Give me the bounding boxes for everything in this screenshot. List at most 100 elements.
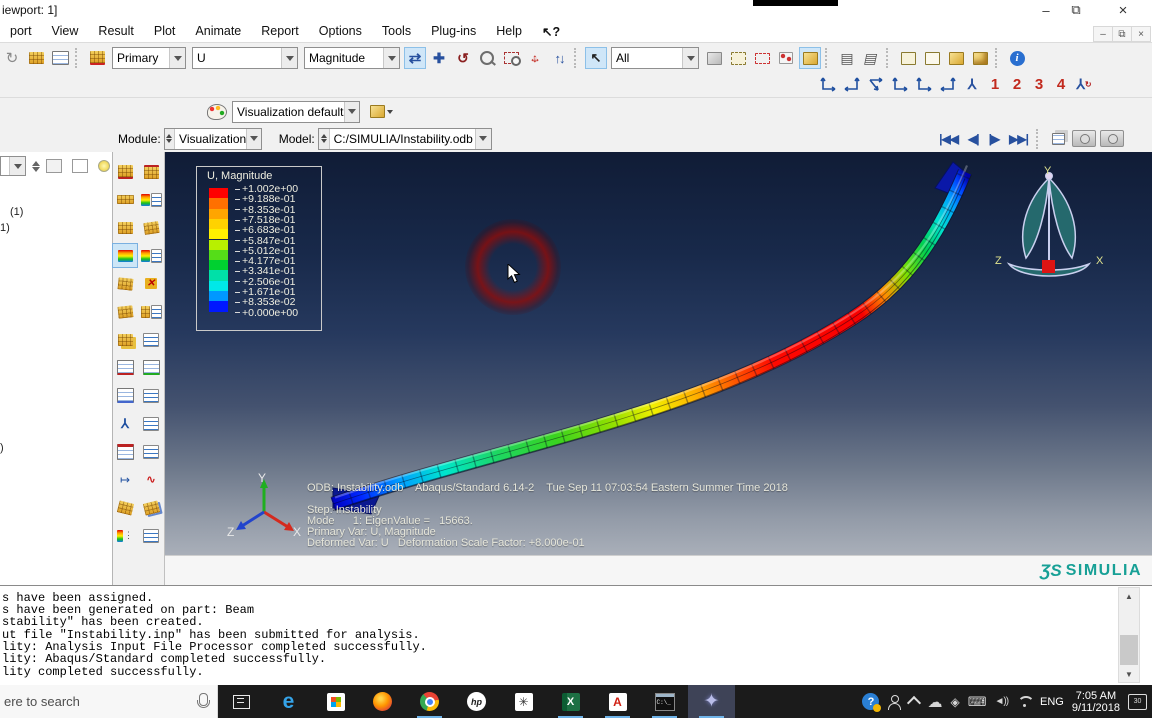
tree-item-fragment[interactable]: 1) [0, 222, 10, 234]
plot-deformed-icon[interactable] [139, 216, 163, 239]
curve-icon[interactable]: ∿ [139, 468, 163, 491]
render-shaded-icon[interactable] [969, 47, 991, 69]
field-output-variable-select[interactable]: U [192, 47, 298, 69]
menu-plot[interactable]: Plot [144, 24, 186, 38]
view-1-button[interactable]: 1 [984, 76, 1006, 93]
tree-filter-select[interactable] [0, 156, 26, 176]
excel-button[interactable]: X [547, 685, 594, 718]
acrobat-button[interactable]: A [594, 685, 641, 718]
contour-options-icon[interactable] [139, 244, 163, 267]
speaker-icon[interactable]: ◄)) [994, 696, 1009, 707]
menu-animate[interactable]: Animate [185, 24, 251, 38]
next-frame-button[interactable]: |▶ [989, 132, 1001, 146]
minimize-button[interactable]: – [1033, 1, 1059, 19]
tray-expand-icon[interactable] [907, 695, 922, 711]
result-options-icon[interactable] [139, 188, 163, 211]
frame-selector-icon[interactable] [86, 47, 108, 69]
model-select[interactable]: C:/SIMULIA/Instability.odb [317, 127, 492, 150]
render-hidden-icon[interactable] [921, 47, 943, 69]
element-labels-icon[interactable] [139, 160, 163, 183]
view-2-button[interactable]: 2 [1006, 76, 1028, 93]
view-bottom-icon[interactable] [888, 75, 912, 95]
activate-second-ladder-icon[interactable]: ▤ [858, 47, 885, 69]
scroll-up-icon[interactable]: ▲ [1119, 588, 1139, 604]
edit-selection-icon[interactable] [751, 47, 773, 69]
hp-button[interactable]: hp [453, 685, 500, 718]
selection-filter-select[interactable]: All [611, 47, 699, 69]
edge-button[interactable]: e [265, 685, 312, 718]
tree-item-fragment[interactable]: ) [0, 442, 4, 454]
path-create-icon[interactable]: ⅄ [113, 412, 137, 435]
menu-plugins[interactable]: Plug-ins [421, 24, 486, 38]
scrollbar-thumb[interactable] [1120, 635, 1138, 665]
stream-icon[interactable]: ⋮ [113, 524, 137, 547]
viewport-create-icon[interactable] [25, 47, 47, 69]
path-manager-icon[interactable] [139, 412, 163, 435]
view-left-icon[interactable] [912, 75, 936, 95]
people-icon[interactable] [887, 694, 902, 710]
viewport-canvas[interactable]: U, Magnitude +1.002e+00 +9.188e-01 +8.35… [165, 152, 1152, 555]
console-scrollbar[interactable]: ▲ ▼ [1118, 587, 1140, 683]
child-minimize-button[interactable]: – [1093, 26, 1113, 42]
restore-button[interactable]: ⧉ [1063, 1, 1089, 19]
help-tray-icon[interactable]: ? [862, 693, 882, 712]
wireframe-select-icon[interactable] [727, 47, 749, 69]
xy-options-icon[interactable] [139, 384, 163, 407]
cycle-views-icon[interactable]: ↑↓ [548, 47, 570, 69]
viewport-manager-icon[interactable] [49, 47, 71, 69]
menu-report[interactable]: Report [251, 24, 309, 38]
store-button[interactable] [312, 685, 359, 718]
last-frame-button[interactable]: ▶▶| [1009, 132, 1029, 146]
render-filled-icon[interactable] [945, 47, 967, 69]
spinner-icon[interactable] [318, 128, 330, 149]
wifi-icon[interactable] [1016, 696, 1032, 708]
tree-spin-icons[interactable] [32, 157, 40, 176]
first-frame-button[interactable]: |◀◀ [939, 132, 959, 146]
select-cursor-icon[interactable]: ↖ [585, 47, 607, 69]
lightbulb-icon[interactable] [98, 160, 110, 172]
microphone-icon[interactable] [196, 693, 210, 708]
show-module-icon[interactable] [703, 47, 725, 69]
terminal-button[interactable] [641, 685, 688, 718]
child-restore-button[interactable]: ⧉ [1112, 26, 1132, 42]
abaqus-button[interactable]: ✦ [688, 685, 735, 718]
activate-first-ladder-icon[interactable]: ▤ [836, 47, 858, 69]
fit-view-icon[interactable] [524, 47, 546, 69]
task-view-button[interactable] [218, 685, 265, 718]
close-button[interactable]: × [1110, 1, 1136, 19]
symbol-options-icon[interactable]: ✕ [139, 272, 163, 295]
view-right-icon[interactable] [936, 75, 960, 95]
orientation-options-icon[interactable] [139, 300, 163, 323]
message-console[interactable]: s have been assigned. s have been genera… [0, 585, 1152, 685]
xy-plot-icon[interactable] [113, 384, 137, 407]
language-indicator[interactable]: ENG [1040, 696, 1064, 708]
color-code-apply-icon[interactable] [364, 101, 398, 123]
menu-result[interactable]: Result [88, 24, 143, 38]
folder-icon[interactable] [46, 159, 62, 173]
notification-center-icon[interactable]: 30 [1128, 693, 1147, 710]
color-code-select[interactable]: Visualization defaults [232, 100, 360, 123]
menu-options[interactable]: Options [309, 24, 372, 38]
sync-field-output-icon[interactable]: ⇄ [404, 47, 426, 69]
view-back-icon[interactable] [840, 75, 864, 95]
xy-data-create-icon[interactable] [113, 356, 137, 379]
scroll-down-icon[interactable]: ▼ [1119, 666, 1139, 682]
taskbar-search-box[interactable]: ere to search [0, 685, 218, 718]
node-labels-icon[interactable] [113, 160, 137, 183]
redo-icon[interactable]: ↻ [1, 47, 23, 69]
table-manager-icon[interactable] [139, 440, 163, 463]
menu-help[interactable]: Help [486, 24, 532, 38]
info-icon[interactable]: i [1006, 47, 1028, 69]
xy-data-manager-icon[interactable] [139, 356, 163, 379]
cad-app-button[interactable]: ✳ [500, 685, 547, 718]
field-output-refinement-select[interactable]: Magnitude [304, 47, 400, 69]
custom-view-triad-icon[interactable]: ⅄ ↻ [1072, 75, 1096, 95]
pen-input-icon[interactable]: ⌨ [968, 694, 987, 710]
view-front-icon[interactable] [816, 75, 840, 95]
plot-orientations-icon[interactable] [113, 300, 137, 323]
record-camera-icon[interactable] [1099, 128, 1125, 150]
xy-table-icon[interactable] [113, 440, 137, 463]
firefox-button[interactable] [359, 685, 406, 718]
copy-viewport-icon[interactable] [1047, 128, 1069, 150]
free-body-manager-icon[interactable] [139, 496, 163, 519]
